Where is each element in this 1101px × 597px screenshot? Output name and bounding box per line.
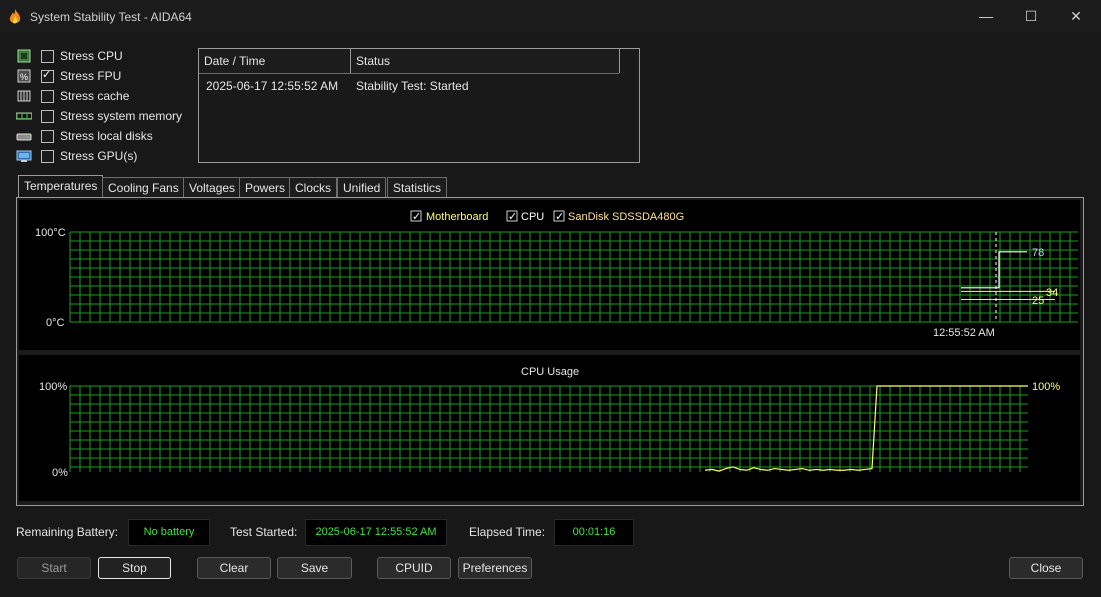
gpu-icon [16, 150, 32, 162]
close-icon: ✕ [1070, 8, 1082, 24]
temp-value-label-sandisk: 25 [1032, 295, 1044, 307]
temp-value-label-motherboard: 34 [1046, 287, 1058, 299]
cpu-usage-chart: CPU Usage 100% 0% 100% [19, 355, 1080, 501]
window-title: System Stability Test - AIDA64 [30, 10, 192, 24]
column-header-datetime[interactable]: Date / Time [199, 49, 351, 73]
time-marker-label: 12:55:52 AM [933, 327, 995, 339]
close-window-button[interactable]: ✕ [1053, 0, 1099, 32]
column-header-status[interactable]: Status [351, 49, 620, 73]
temp-y-max-label: 100°C [35, 227, 66, 239]
legend-check-cpu-icon: ✓ [508, 211, 517, 223]
tab-statistics[interactable]: Statistics [387, 177, 448, 198]
stress-disks-label: Stress local disks [60, 129, 153, 143]
close-button[interactable]: Close [1009, 557, 1083, 579]
cpu-grid [69, 385, 1028, 472]
stress-cache-checkbox[interactable] [41, 89, 54, 103]
cpu-y-max-label: 100% [39, 381, 67, 393]
cache-icon [17, 90, 31, 102]
preferences-button[interactable]: Preferences [458, 557, 532, 579]
elapsed-time-value: 00:01:16 [554, 519, 634, 546]
memory-icon [16, 112, 32, 120]
tab-voltages[interactable]: Voltages [183, 177, 242, 198]
tab-unified[interactable]: Unified [337, 177, 387, 198]
series-line-cpu [961, 251, 1027, 289]
stress-cache-label: Stress cache [60, 89, 130, 103]
temp-value-label-cpu: 78 [1032, 247, 1044, 259]
clear-button[interactable]: Clear [197, 557, 271, 579]
tab-cooling-fans[interactable]: Cooling Fans [102, 177, 185, 198]
test-started-label: Test Started: [230, 525, 298, 539]
temperature-grid [69, 231, 1078, 323]
stress-gpu-label: Stress GPU(s) [60, 149, 138, 163]
legend-check-motherboard-icon: ✓ [412, 211, 421, 223]
tab-clocks[interactable]: Clocks [289, 177, 338, 198]
temperature-chart-svg: ✓ Motherboard ✓ CPU ✓ SanDisk SDSSDA480G… [35, 210, 1078, 339]
minimize-button[interactable]: — [963, 0, 1009, 32]
cpu-chart-title: CPU Usage [521, 366, 579, 378]
maximize-button[interactable]: ☐ [1008, 0, 1054, 32]
aida64-flame-icon [9, 9, 21, 24]
start-button[interactable]: Start [17, 557, 91, 579]
save-button[interactable]: Save [277, 557, 352, 579]
cpu-usage-chart-svg: CPU Usage 100% 0% 100% [39, 366, 1060, 479]
svg-text:%: % [20, 72, 28, 82]
tab-temperatures[interactable]: Temperatures [18, 175, 104, 198]
elapsed-time-label: Elapsed Time: [469, 525, 546, 539]
test-started-value: 2025-06-17 12:55:52 AM [305, 519, 447, 546]
log-table[interactable]: Date / Time Status 2025-06-17 12:55:52 A… [198, 48, 640, 163]
minimize-icon: — [979, 8, 993, 24]
legend-label-motherboard: Motherboard [426, 211, 488, 223]
stress-option-gpu[interactable]: Stress GPU(s) [16, 146, 137, 166]
stress-cpu-checkbox[interactable] [41, 49, 54, 63]
tab-powers[interactable]: Powers [239, 177, 292, 198]
legend-check-sandisk-icon: ✓ [555, 211, 564, 223]
fpu-icon: % [17, 69, 31, 83]
log-row-status: Stability Test: Started [356, 79, 469, 93]
disk-icon [16, 133, 32, 141]
battery-label: Remaining Battery: [16, 525, 119, 539]
legend-label-cpu: CPU [521, 211, 544, 223]
stress-memory-checkbox[interactable] [41, 109, 54, 123]
stress-cpu-label: Stress CPU [60, 49, 123, 63]
battery-value: No battery [128, 519, 210, 546]
cpu-current-value-label: 100% [1032, 381, 1060, 393]
cpu-icon [17, 49, 31, 63]
log-table-header: Date / Time Status [199, 49, 620, 74]
legend-label-sandisk: SanDisk SDSSDA480G [568, 211, 684, 223]
stress-disks-checkbox[interactable] [41, 129, 54, 143]
stress-fpu-checkbox[interactable] [41, 68, 54, 83]
temperature-chart: ✓ Motherboard ✓ CPU ✓ SanDisk SDSSDA480G… [19, 200, 1080, 350]
cpuid-button[interactable]: CPUID [377, 557, 451, 579]
stress-option-cache[interactable]: Stress cache [16, 86, 129, 106]
stress-memory-label: Stress system memory [60, 109, 183, 123]
cpu-y-min-label: 0% [52, 467, 68, 479]
stress-option-fpu[interactable]: % Stress FPU [16, 66, 121, 86]
maximize-icon: ☐ [1024, 8, 1038, 24]
title-bar[interactable]: System Stability Test - AIDA64 — ☐ ✕ [0, 0, 1101, 32]
stress-option-cpu[interactable]: Stress CPU [16, 46, 123, 66]
stress-option-memory[interactable]: Stress system memory [16, 106, 182, 126]
stop-button[interactable]: Stop [98, 557, 171, 579]
temp-y-min-label: 0°C [46, 317, 65, 329]
stress-fpu-label: Stress FPU [60, 69, 122, 83]
log-row-datetime: 2025-06-17 12:55:52 AM [206, 79, 339, 93]
stress-gpu-checkbox[interactable] [41, 149, 54, 163]
stress-option-disks[interactable]: Stress local disks [16, 126, 153, 146]
